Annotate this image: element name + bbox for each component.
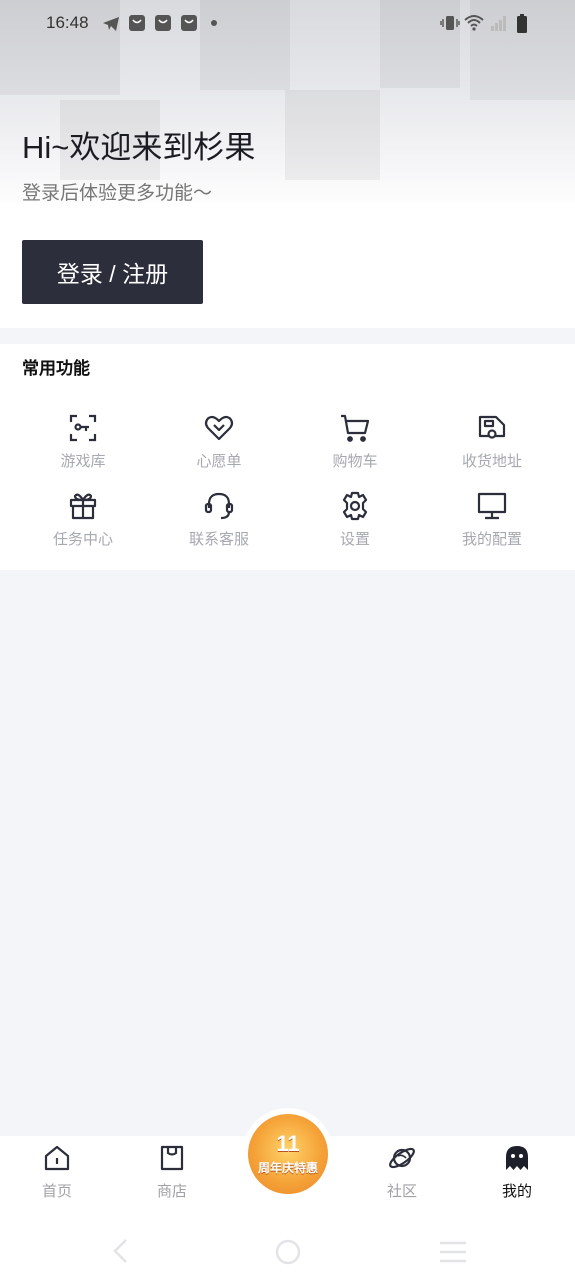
gear-icon xyxy=(342,491,368,521)
function-wishlist[interactable]: 心愿单 xyxy=(151,412,287,471)
nav-label: 我的 xyxy=(501,1183,532,1200)
function-task-center[interactable]: 任务中心 xyxy=(15,490,151,549)
vibrate-icon xyxy=(440,16,460,30)
nav-mine[interactable]: 我的 xyxy=(477,1144,557,1201)
function-customer-service[interactable]: 联系客服 xyxy=(151,490,287,549)
recents-menu-icon[interactable] xyxy=(438,1240,468,1264)
dot-icon xyxy=(211,20,217,26)
cart-icon xyxy=(341,414,370,442)
shop-bag-icon xyxy=(129,15,145,31)
login-hint: 登录后体验更多功能～ xyxy=(22,183,213,204)
signal-icon xyxy=(491,16,506,31)
promo-text: 周年庆特惠 xyxy=(257,1160,318,1175)
gift-icon xyxy=(69,493,97,520)
delivery-truck-icon xyxy=(478,415,506,439)
login-register-button[interactable]: 登录 / 注册 xyxy=(22,240,203,304)
monitor-icon xyxy=(477,492,507,520)
function-label: 心愿单 xyxy=(196,453,242,470)
nav-home[interactable]: 首页 xyxy=(17,1144,97,1201)
back-icon[interactable] xyxy=(110,1238,132,1264)
shop-bag-icon xyxy=(181,15,197,31)
game-library-icon xyxy=(69,414,97,442)
nav-label: 商店 xyxy=(156,1183,187,1200)
function-settings[interactable]: 设置 xyxy=(287,490,423,549)
function-label: 购物车 xyxy=(332,453,378,470)
ghost-icon xyxy=(506,1146,528,1170)
anniversary-promo-button[interactable]: 11 周年庆特惠 xyxy=(242,1108,334,1200)
promo-badge: 11 周年庆特惠 xyxy=(248,1114,328,1194)
function-label: 我的配置 xyxy=(461,531,522,548)
battery-icon xyxy=(517,14,527,33)
function-my-config[interactable]: 我的配置 xyxy=(424,490,560,549)
planet-icon xyxy=(389,1147,415,1169)
function-label: 收货地址 xyxy=(461,453,522,470)
home-icon xyxy=(44,1145,70,1171)
status-time: 16:48 xyxy=(46,13,89,32)
section-title: 常用功能 xyxy=(22,359,90,378)
shop-bag-icon xyxy=(155,15,171,31)
profile-header: 16:48 Hi~欢迎来到杉果 登录后体验更多功能～ 登录 / 注册 xyxy=(0,0,575,328)
nav-label: 首页 xyxy=(41,1183,72,1200)
function-cart[interactable]: 购物车 xyxy=(287,412,423,471)
status-bar: 16:48 xyxy=(0,0,575,48)
function-label: 任务中心 xyxy=(52,531,113,548)
function-game-library[interactable]: 游戏库 xyxy=(15,412,151,471)
system-navigation-bar xyxy=(0,1210,575,1280)
nav-label: 社区 xyxy=(386,1183,417,1200)
headset-icon xyxy=(204,492,234,520)
function-label: 游戏库 xyxy=(60,453,106,470)
function-address[interactable]: 收货地址 xyxy=(424,412,560,471)
common-functions-section: 常用功能 游戏库 心愿单 购物车 收货地址 任务中心 联系客服 设置 我的配置 xyxy=(0,344,575,570)
heart-icon xyxy=(204,415,234,441)
nav-store[interactable]: 商店 xyxy=(132,1144,212,1201)
nav-community[interactable]: 社区 xyxy=(362,1144,442,1201)
telegram-icon xyxy=(103,17,119,31)
home-circle-icon[interactable] xyxy=(274,1238,302,1266)
welcome-heading: Hi~欢迎来到杉果 xyxy=(22,130,256,165)
promo-number: 11 xyxy=(276,1130,300,1156)
function-label: 联系客服 xyxy=(188,531,249,548)
wifi-icon xyxy=(464,15,484,31)
store-icon xyxy=(160,1145,184,1171)
function-label: 设置 xyxy=(339,531,370,548)
